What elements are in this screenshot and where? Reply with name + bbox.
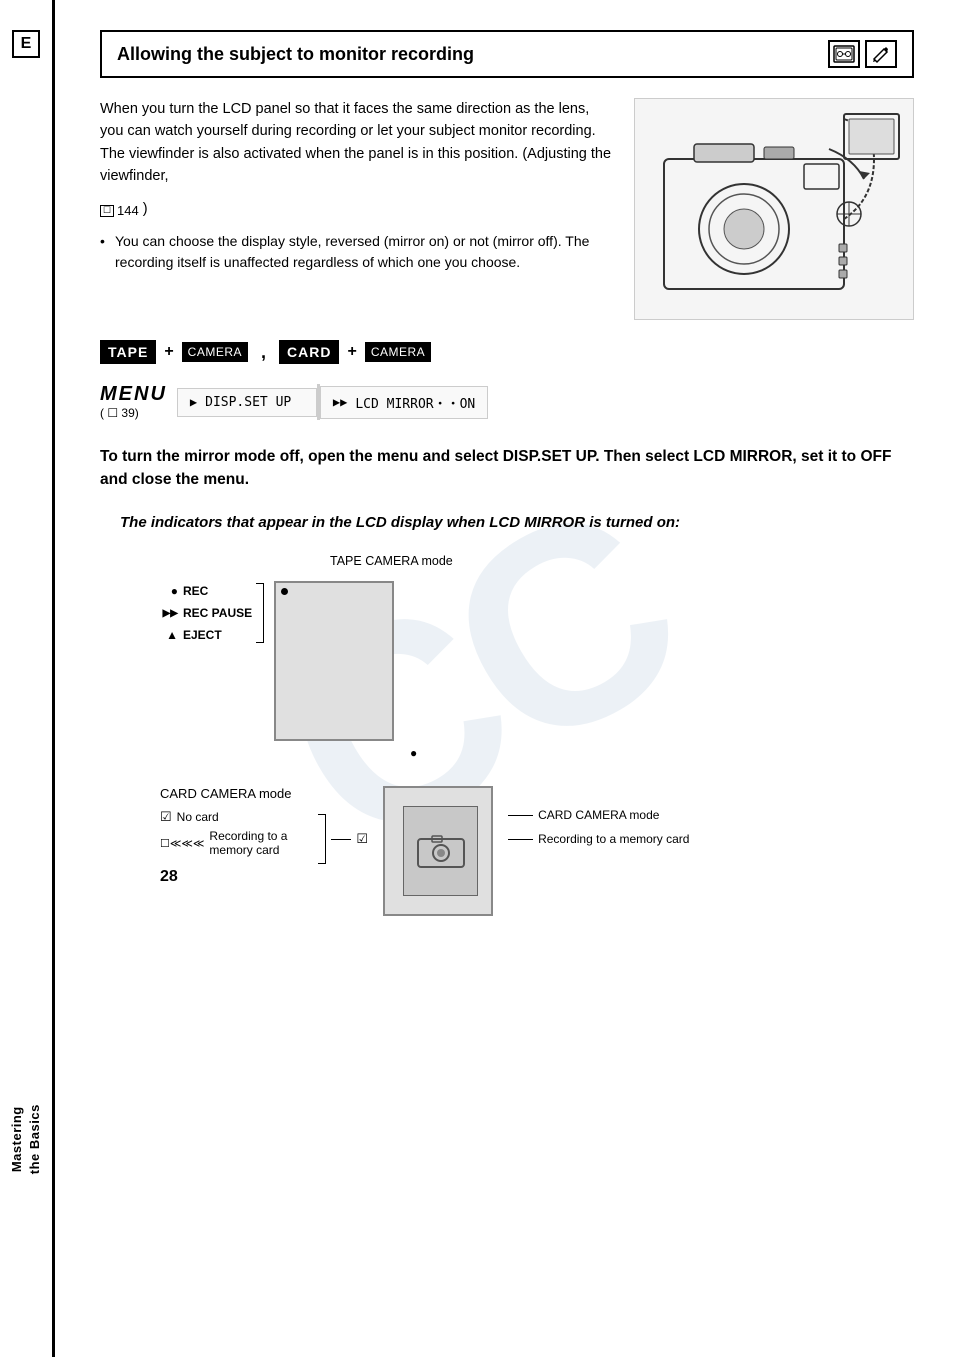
plus-sign-2: + [347,343,356,361]
card-label: CARD [279,340,339,364]
card-mode-btn: CARD [279,340,339,364]
camera2-btn: CAMERA [365,342,431,362]
no-card-symbol: ☑ [160,809,172,825]
tape-camera-mode-label: TAPE CAMERA mode [330,554,453,568]
menu-step-2: ▶▶ LCD MIRROR・・ON [320,386,488,419]
rec-pause-indicator: ▶▶ REC PAUSE [160,603,252,623]
menu-label-box: MENU ( ☐ 39) [100,384,167,420]
card-screen-inner [403,806,478,896]
rec-label: REC [183,584,208,598]
sidebar-label-e: E [12,30,40,58]
tape-icon [828,40,860,68]
header-icons [828,40,897,68]
screen-dot [281,588,288,595]
menu-step-1: ▶ DISP.SET UP [177,388,317,417]
card-lcd-screen [383,786,493,916]
step2-arrow: ▶▶ [333,395,347,409]
menu-label: MENU [100,384,167,404]
step1-arrow: ▶ [190,395,197,409]
content-area: When you turn the LCD panel so that it f… [100,98,914,320]
no-card-indicator: ☑ No card [160,809,309,825]
recording-label: Recording to a memory card [209,829,309,857]
pencil-icon [865,40,897,68]
comma-separator: , [261,342,266,363]
page-title: Allowing the subject to monitor recordin… [117,44,474,65]
camera1-btn: CAMERA [182,342,248,362]
page-number: 28 [160,868,178,886]
tape-mode-btn: TAPE [100,340,156,364]
card-indicators-col: ☑ No card ☐≪≪≪ Recording to a memory car… [160,809,309,857]
intro-section: When you turn the LCD panel so that it f… [100,98,614,320]
card-mode-right-label2: Recording to a memory card [538,830,689,849]
card-mode-section: CARD CAMERA mode ☑ No card ☐≪≪≪ Recordin… [100,786,914,916]
camera-diagram [634,98,914,320]
ref-icon: ☐ [100,205,114,217]
ref-paragraph: ☐ 144 ) [100,198,614,221]
sidebar: E Mastering the Basics [0,0,55,1357]
rec-pause-label: REC PAUSE [183,606,252,620]
menu-steps: ▶ DISP.SET UP ▶▶ LCD MIRROR・・ON [177,384,914,420]
card-camera-mode-label: CARD CAMERA mode [160,786,368,801]
bold-instruction: To turn the mirror mode off, open the me… [100,445,914,492]
sidebar-rotated-label: Mastering the Basics [8,1104,44,1174]
menu-section: MENU ( ☐ 39) ▶ DISP.SET UP ▶▶ LCD MIRROR… [100,384,914,420]
no-card-label: No card [177,810,219,824]
card-mode-indicators: ☑ No card ☐≪≪≪ Recording to a memory car… [160,809,368,864]
lcd-diagram-section: TAPE CAMERA mode ● REC [100,554,914,916]
camera1-label: CAMERA [182,342,248,362]
mode-buttons-row: TAPE + CAMERA , CARD + CAMERA [100,340,914,364]
menu-ref: ( ☐ 39) [100,406,139,420]
italic-instruction: The indicators that appear in the LCD di… [120,512,914,535]
eject-symbol: ▲ [160,628,178,642]
eject-label: EJECT [183,628,222,642]
page-header: Allowing the subject to monitor recordin… [100,30,914,78]
rec-pause-symbol: ▶▶ [160,608,178,619]
card-mode-right-label1: CARD CAMERA mode [538,806,659,825]
recording-symbol: ☐≪≪≪ [160,837,204,850]
camera2-label: CAMERA [365,342,431,362]
tape-mode-row: TAPE CAMERA mode ● REC [100,554,914,761]
tape-indicators: ● REC ▶▶ REC PAUSE ▲ EJECT [160,581,252,645]
step1-text: DISP.SET UP [205,395,291,410]
rec-symbol: ● [160,584,178,598]
recording-indicator: ☐≪≪≪ Recording to a memory card [160,829,309,857]
intro-paragraph: When you turn the LCD panel so that it f… [100,98,614,188]
step2-text: LCD MIRROR・・ON [355,393,475,412]
bullet-list: You can choose the display style, revers… [100,231,614,273]
card-mode-right-labels: CARD CAMERA mode Recording to a memory c… [508,786,689,849]
tape-lcd-screen [274,581,394,741]
bullet-item-1: You can choose the display style, revers… [100,231,614,273]
rec-indicator: ● REC [160,581,252,601]
tape-label: TAPE [100,340,156,364]
eject-indicator: ▲ EJECT [160,625,252,645]
plus-sign-1: + [164,343,173,361]
